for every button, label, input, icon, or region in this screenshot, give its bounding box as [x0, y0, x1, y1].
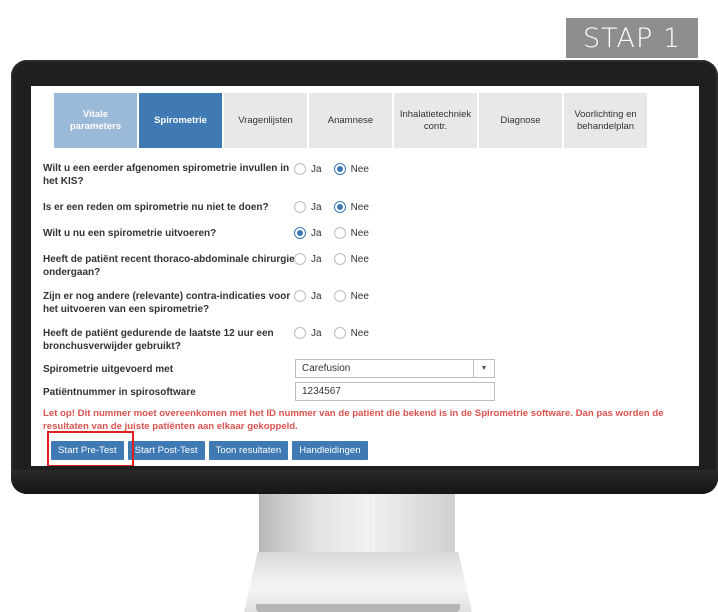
spiro-device-label: Spirometrie uitgevoerd met: [43, 364, 174, 375]
radio-label: Ja: [311, 227, 322, 239]
question-label: Heeft de patiënt gedurende de laatste 12…: [43, 328, 274, 352]
question-radio-group: Ja Nee: [294, 290, 381, 302]
radio-option-yes[interactable]: Ja: [294, 201, 322, 213]
radio-button[interactable]: [294, 290, 306, 302]
question-label: Is er een reden om spirometrie nu niet t…: [43, 202, 269, 213]
patient-number-input[interactable]: 1234567: [295, 382, 495, 401]
radio-button[interactable]: [333, 227, 346, 239]
radio-option-yes[interactable]: Ja: [294, 163, 322, 175]
radio-label: Ja: [311, 290, 322, 302]
tab-diagnose[interactable]: Diagnose: [479, 93, 562, 148]
radio-label: Nee: [350, 290, 369, 302]
highlight-box: [47, 431, 134, 466]
radio-button[interactable]: [333, 327, 346, 339]
radio-option-yes[interactable]: Ja: [294, 227, 322, 239]
radio-option-no[interactable]: Nee: [333, 327, 369, 339]
radio-button[interactable]: [333, 201, 346, 213]
radio-button[interactable]: [333, 253, 346, 265]
radio-option-yes[interactable]: Ja: [294, 327, 322, 339]
warning-message: Let op! Dit nummer moet overeenkomen met…: [43, 408, 664, 432]
monitor-screen: Vitale parameters Spirometrie Vragenlijs…: [31, 86, 699, 466]
question-label: Heeft de patiënt recent thoraco-abdomina…: [43, 254, 295, 278]
radio-label: Ja: [311, 253, 322, 265]
radio-label: Nee: [350, 253, 369, 265]
question-radio-group: Ja Nee: [294, 253, 381, 265]
radio-option-yes[interactable]: Ja: [294, 290, 322, 302]
start-post-test-button[interactable]: Start Post-Test: [127, 441, 205, 460]
radio-option-no[interactable]: Nee: [333, 163, 369, 175]
radio-option-no[interactable]: Nee: [333, 253, 369, 265]
radio-button[interactable]: [294, 253, 306, 265]
radio-label: Nee: [350, 227, 369, 239]
monitor-stand-edge: [256, 604, 460, 612]
tab-vitale-parameters[interactable]: Vitale parameters: [54, 93, 137, 148]
spiro-device-value: Carefusion: [302, 363, 351, 374]
question-label: Zijn er nog andere (relevante) contra-in…: [43, 291, 291, 315]
radio-button[interactable]: [294, 327, 306, 339]
radio-label: Nee: [350, 201, 369, 213]
monitor-stand-neck: [259, 494, 455, 552]
tab-bar: Vitale parameters Spirometrie Vragenlijs…: [54, 93, 647, 148]
tab-inhalatietechniek[interactable]: Inhalatietechniek contr.: [394, 93, 477, 148]
tab-vragenlijsten[interactable]: Vragenlijsten: [224, 93, 307, 148]
question-radio-group: Ja Nee: [294, 227, 381, 239]
radio-button[interactable]: [294, 227, 306, 239]
radio-option-yes[interactable]: Ja: [294, 253, 322, 265]
step-badge: STAP 1: [566, 18, 698, 58]
tab-voorlichting[interactable]: Voorlichting en behandelplan: [564, 93, 647, 148]
tab-anamnese[interactable]: Anamnese: [309, 93, 392, 148]
radio-option-no[interactable]: Nee: [333, 290, 369, 302]
question-radio-group: Ja Nee: [294, 201, 381, 213]
question-label: Wilt u nu een spirometrie uitvoeren?: [43, 228, 217, 239]
radio-option-no[interactable]: Nee: [333, 227, 369, 239]
tab-spirometrie[interactable]: Spirometrie: [139, 93, 222, 148]
chevron-down-icon[interactable]: ▼: [473, 360, 494, 377]
radio-label: Ja: [311, 163, 322, 175]
monitor-stand-base: [244, 552, 472, 612]
radio-label: Ja: [311, 201, 322, 213]
patient-number-label: Patiëntnummer in spirosoftware: [43, 387, 196, 398]
radio-button[interactable]: [333, 163, 346, 175]
radio-label: Ja: [311, 327, 322, 339]
radio-button[interactable]: [333, 290, 346, 302]
patient-number-value: 1234567: [302, 386, 341, 397]
radio-button[interactable]: [294, 163, 306, 175]
radio-label: Nee: [350, 327, 369, 339]
radio-label: Nee: [350, 163, 369, 175]
show-results-button[interactable]: Toon resultaten: [208, 441, 289, 460]
radio-option-no[interactable]: Nee: [333, 201, 369, 213]
manuals-button[interactable]: Handleidingen: [292, 441, 368, 460]
spiro-device-select[interactable]: Carefusion ▼: [295, 359, 495, 378]
question-radio-group: Ja Nee: [294, 163, 381, 175]
radio-button[interactable]: [294, 201, 306, 213]
question-label: Wilt u een eerder afgenomen spirometrie …: [43, 163, 290, 187]
monitor-chin: [11, 470, 718, 494]
question-radio-group: Ja Nee: [294, 327, 381, 339]
